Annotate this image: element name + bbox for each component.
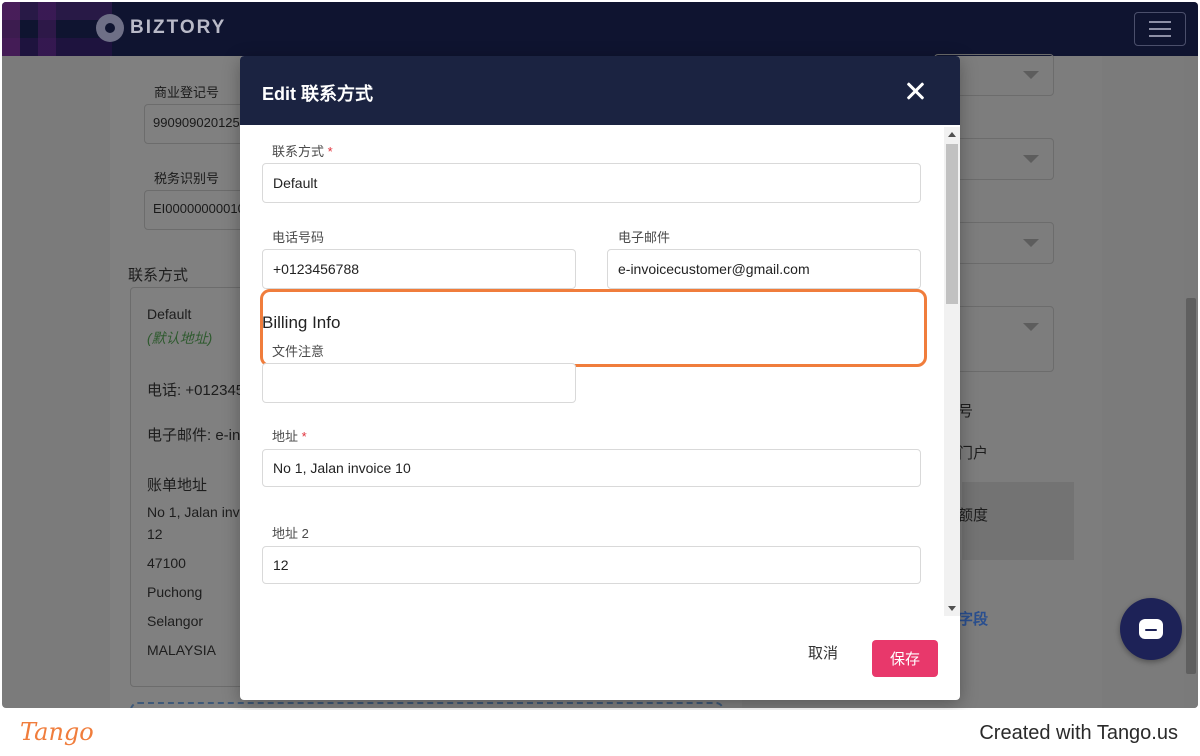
modal-scrollbar-thumb[interactable] (946, 144, 958, 304)
phone-input[interactable] (262, 249, 576, 289)
brand-logo[interactable]: BIZTORY (96, 14, 226, 42)
brand-name: BIZTORY (130, 17, 227, 38)
address2-label: 地址 2 (272, 526, 309, 541)
card-contact-name: Default (147, 306, 192, 322)
modal-title: Edit 联系方式 (262, 84, 373, 104)
address2-input[interactable] (262, 546, 921, 584)
highlight-box (260, 289, 927, 367)
close-icon[interactable] (904, 80, 926, 102)
reg-number-input[interactable]: 990909020125 (144, 104, 254, 144)
document-note-label: 文件注意 (272, 344, 325, 359)
edit-contact-modal: Edit 联系方式 联系方式 * 电话号码 电子邮件 Billing Info … (240, 56, 960, 700)
cancel-button[interactable]: 取消 (808, 642, 838, 663)
top-navbar: BIZTORY (2, 2, 1198, 56)
bg-right-text-2: 门户 (958, 445, 989, 462)
bg-right-text-3: 额度 (958, 507, 989, 524)
email-input[interactable] (607, 249, 921, 289)
card-city: Puchong (147, 584, 203, 600)
bg-right-link[interactable]: 字段 (958, 608, 988, 629)
chat-icon (1139, 619, 1163, 639)
card-default-tag: (默认地址) (147, 330, 213, 346)
card-postcode: 47100 (147, 555, 186, 571)
biztory-logo-icon (96, 14, 124, 42)
tango-credit: Created with Tango.us (979, 722, 1178, 744)
tango-footer: Tango Created with Tango.us (0, 710, 1200, 756)
billing-info-title: Billing Info (262, 313, 341, 332)
card-billing-title: 账单地址 (147, 477, 208, 494)
email-label: 电子邮件 (618, 230, 671, 245)
add-contact-dropzone[interactable] (130, 702, 724, 708)
save-button[interactable]: 保存 (872, 640, 938, 677)
contact-section-title: 联系方式 (128, 267, 189, 284)
tango-logo: Tango (20, 718, 94, 746)
scroll-up-icon[interactable] (948, 132, 956, 137)
card-address-line2: 12 (147, 526, 163, 542)
reg-number-label: 商业登记号 (154, 85, 220, 100)
card-country: MALAYSIA (147, 642, 216, 658)
tax-id-input[interactable]: EI00000000010 (144, 190, 254, 230)
bg-right-text-1: 号 (958, 403, 974, 420)
scroll-down-icon[interactable] (948, 606, 956, 611)
chat-button[interactable] (1120, 598, 1182, 660)
contact-method-label: 联系方式 * (272, 144, 333, 159)
page-scrollbar-thumb[interactable] (1186, 298, 1196, 674)
card-state: Selangor (147, 613, 204, 629)
address-label: 地址 * (272, 429, 307, 444)
modal-body: 联系方式 * 电话号码 电子邮件 Billing Info 文件注意 地址 * … (240, 125, 960, 616)
menu-toggle-button[interactable] (1134, 12, 1186, 46)
phone-label: 电话号码 (272, 230, 325, 245)
hamburger-icon (1149, 21, 1171, 23)
contact-method-input[interactable] (262, 163, 921, 203)
address-input[interactable] (262, 449, 921, 487)
document-note-input[interactable] (262, 363, 576, 403)
modal-footer: 取消 保存 (240, 616, 960, 700)
tax-id-label: 税务识别号 (154, 171, 220, 186)
modal-header: Edit 联系方式 (240, 56, 960, 125)
